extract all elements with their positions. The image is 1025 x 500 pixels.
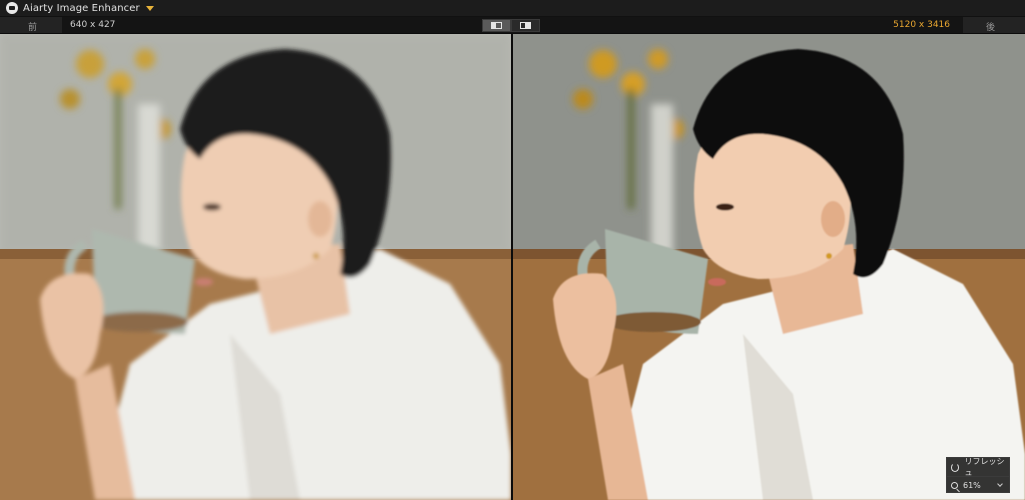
zoom-control: リフレッシュ 61% xyxy=(946,457,1010,493)
split-view-icon xyxy=(520,22,531,29)
zoom-level: 61% xyxy=(963,481,981,490)
refresh-icon xyxy=(951,462,960,472)
app-menu-chevron-down-icon[interactable] xyxy=(145,5,154,11)
chevron-down-icon xyxy=(997,481,1003,487)
before-label: 前 xyxy=(28,23,38,33)
after-resolution: 5120 x 3416 xyxy=(893,20,950,30)
zoom-level-select[interactable]: 61% xyxy=(947,476,1009,494)
after-label: 後 xyxy=(985,23,995,33)
compare-info-bar: 前 640 x 427 5120 x 3416 後 xyxy=(0,17,1025,34)
refresh-label: リフレッシュ xyxy=(964,457,1005,477)
view-mode-toggle xyxy=(482,19,540,32)
after-image-panel[interactable] xyxy=(513,34,1025,500)
before-photo xyxy=(0,34,511,500)
before-image-panel[interactable] xyxy=(0,34,511,500)
after-photo xyxy=(513,34,1025,500)
magnifier-icon xyxy=(951,482,958,489)
app-logo-icon xyxy=(6,2,18,14)
title-bar: Aiarty Image Enhancer xyxy=(0,0,1025,17)
app-title: Aiarty Image Enhancer xyxy=(23,2,140,14)
single-view-icon xyxy=(491,22,502,29)
before-resolution: 640 x 427 xyxy=(70,20,116,30)
split-view-button[interactable] xyxy=(511,19,540,32)
single-view-button[interactable] xyxy=(482,19,511,32)
refresh-button[interactable]: リフレッシュ xyxy=(947,457,1009,477)
